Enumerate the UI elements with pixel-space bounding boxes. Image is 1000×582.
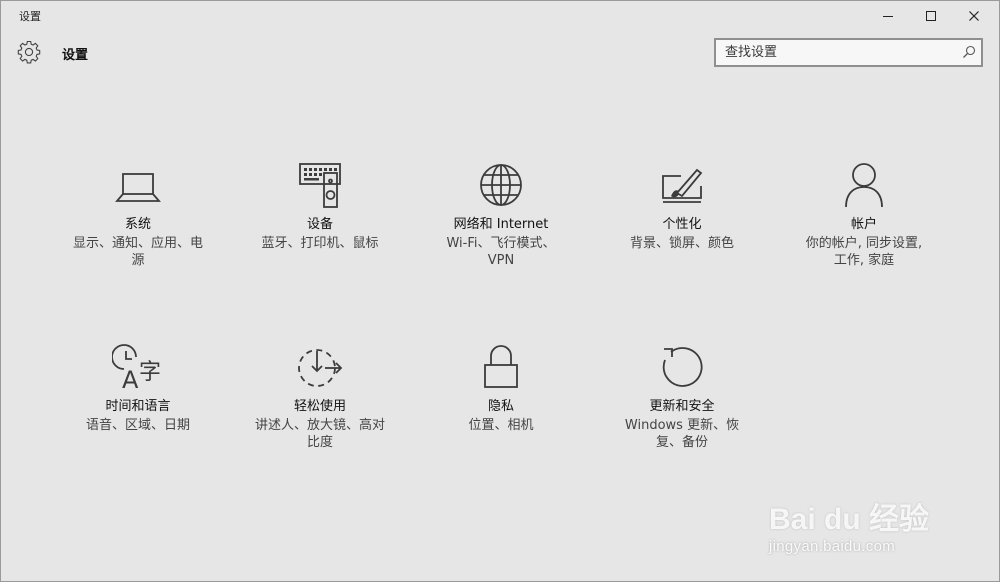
category-title: 隐私 [487,399,514,414]
keyboard-speaker-icon [299,163,341,208]
search-input[interactable] [716,40,956,65]
category-description: 讲述人、放大镜、高对比度 [254,418,385,450]
gear-icon [17,40,41,64]
category-title: 网络和 Internet [453,217,549,232]
lock-icon [484,345,518,388]
category-description: 背景、锁屏、颜色 [629,236,734,251]
category-title: 轻松使用 [293,399,346,414]
category-description: 语音、区域、日期 [85,418,190,433]
category-title: 帐户 [850,217,877,232]
category-description: 你的帐户, 同步设置, 工作, 家庭 [805,236,923,268]
category-title: 时间和语言 [105,399,171,414]
category-system[interactable]: 系统 显示、通知、应用、电源 [58,159,218,269]
minimize-icon [883,16,893,17]
maximize-button[interactable] [908,1,954,31]
category-title: 更新和安全 [649,399,715,414]
category-time-language[interactable]: A 字 时间和语言 语音、区域、日期 [58,341,218,434]
category-privacy[interactable]: 隐私 位置、相机 [421,341,581,434]
watermark-logo: Bai du 经验 [769,503,930,536]
settings-window: 设置 设置 查找设置 系统 显示、通知、应用、电源 设备 蓝牙、打印机、鼠标 网… [0,0,1000,582]
category-description: Windows 更新、恢复、备份 [624,418,740,450]
title-bar[interactable]: 设置 [1,1,999,31]
watermark: Bai du 经验 jingyan.baidu.com [769,476,949,566]
globe-icon [480,164,522,206]
search-box[interactable] [714,38,983,67]
category-description: Wi-Fi、飞行模式、VPN [446,236,556,268]
category-update-security[interactable]: 更新和安全 Windows 更新、恢复、备份 [602,341,762,451]
page-title: 设置 [62,48,89,63]
search-icon[interactable] [962,45,976,59]
paint-screen-icon [662,168,703,203]
category-title: 个性化 [662,217,702,232]
person-icon [845,163,883,208]
svg-text:字: 字 [139,360,161,385]
settings-header: 设置 [1,31,999,77]
category-description: 位置、相机 [468,418,534,433]
category-network[interactable]: 网络和 Internet Wi-Fi、飞行模式、VPN [421,159,581,269]
time-language-icon: A 字 [112,344,161,391]
category-description: 蓝牙、打印机、鼠标 [261,236,379,251]
watermark-url: jingyan.baidu.com [769,538,896,555]
window-title: 设置 [19,10,41,23]
category-title: 系统 [124,217,151,232]
refresh-icon [662,347,703,387]
category-accounts[interactable]: 帐户 你的帐户, 同步设置, 工作, 家庭 [784,159,944,269]
category-devices[interactable]: 设备 蓝牙、打印机、鼠标 [240,159,400,252]
maximize-icon [926,11,936,21]
close-button[interactable] [951,1,997,31]
svg-text:A: A [122,366,139,391]
category-personalization[interactable]: 个性化 背景、锁屏、颜色 [602,159,762,252]
category-description: 显示、通知、应用、电源 [72,236,203,268]
close-icon [969,11,979,21]
ease-of-access-icon [298,349,343,387]
category-ease-of-access[interactable]: 轻松使用 讲述人、放大镜、高对比度 [240,341,400,451]
category-title: 设备 [306,217,333,232]
minimize-button[interactable] [865,1,911,31]
laptop-icon [115,173,161,202]
